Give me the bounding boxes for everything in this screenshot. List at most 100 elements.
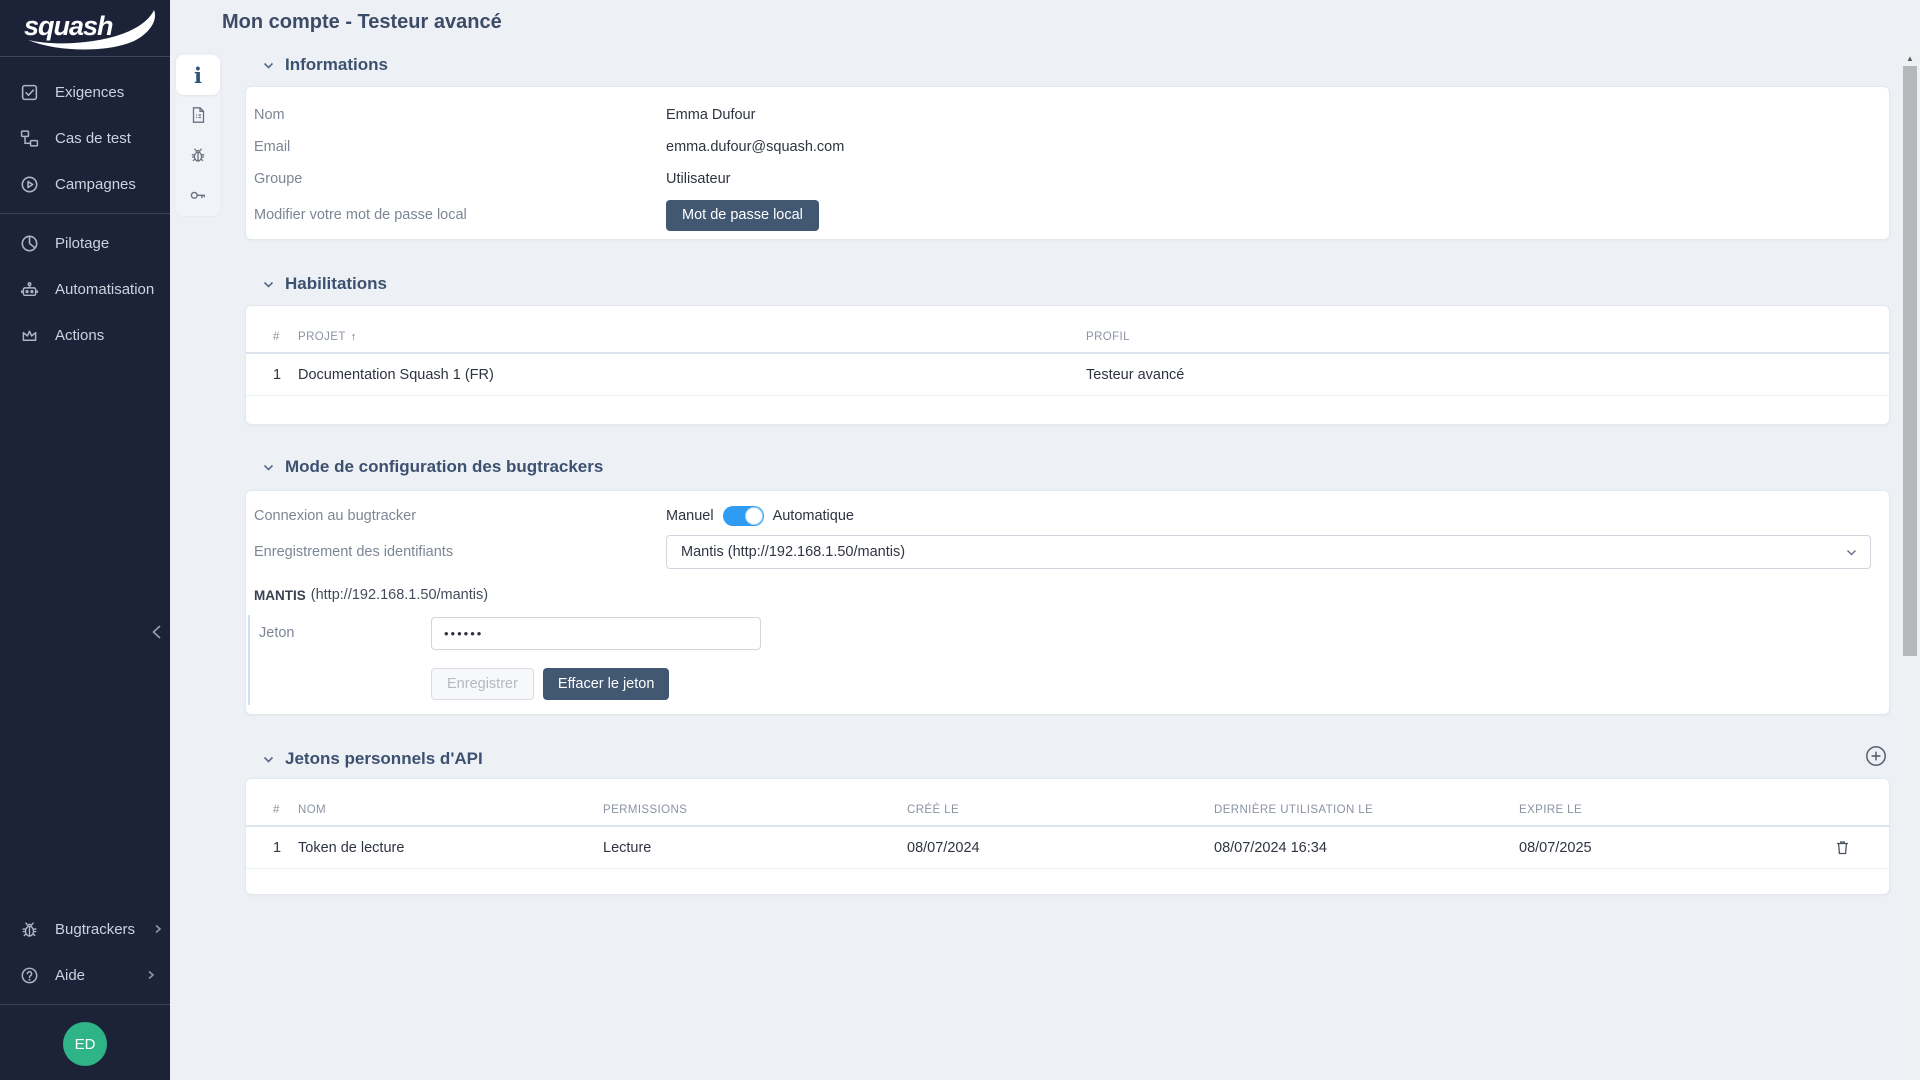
sidebar-item-pilotage[interactable]: Pilotage xyxy=(0,220,170,266)
tab-api-keys[interactable] xyxy=(176,175,220,215)
field-label: Groupe xyxy=(254,171,666,187)
sidebar-item-campagnes[interactable]: Campagnes xyxy=(0,161,170,207)
field-label: Modifier votre mot de passe local xyxy=(254,207,666,223)
logo-text: squash xyxy=(24,11,113,42)
avatar[interactable]: ED xyxy=(63,1022,107,1066)
sidebar-item-label: Actions xyxy=(55,327,104,344)
section-title: Habilitations xyxy=(285,274,387,294)
field-label: Connexion au bugtracker xyxy=(254,508,666,524)
test-cases-icon xyxy=(20,129,39,148)
sidebar-item-label: Campagnes xyxy=(55,176,136,193)
field-row-password: Modifier votre mot de passe local Mot de… xyxy=(246,195,1889,235)
cell-project: Documentation Squash 1 (FR) xyxy=(298,367,1086,383)
chevron-down-icon xyxy=(1845,546,1858,559)
logo-block: squash xyxy=(0,0,170,57)
server-url: (http://192.168.1.50/mantis) xyxy=(311,587,488,603)
cell-index: 1 xyxy=(246,367,298,383)
toggle-label-manual: Manuel xyxy=(666,508,714,524)
automation-icon xyxy=(20,280,39,299)
column-header-index: # xyxy=(246,804,298,816)
table-row[interactable]: 1 Documentation Squash 1 (FR) Testeur av… xyxy=(246,354,1889,396)
column-header-expires: EXPIRE LE xyxy=(1519,804,1809,816)
field-row-email: Email emma.dufour@squash.com xyxy=(246,131,1889,163)
toggle-knob xyxy=(745,507,763,525)
cell-expires: 08/07/2025 xyxy=(1519,840,1809,856)
field-value-group: Utilisateur xyxy=(666,171,730,187)
sidebar-item-automatisation[interactable]: Automatisation xyxy=(0,266,170,312)
plus-circle-icon xyxy=(1865,745,1887,767)
column-header-last-used: DERNIÈRE UTILISATION LE xyxy=(1214,804,1519,816)
sidebar-item-label: Automatisation xyxy=(55,281,154,298)
column-header-created: CRÉÉ LE xyxy=(907,804,1214,816)
help-icon xyxy=(20,966,39,985)
scroll-up-button[interactable]: ▲ xyxy=(1902,50,1918,66)
server-name: MANTIS xyxy=(254,588,306,603)
selected-option: Mantis (http://192.168.1.50/mantis) xyxy=(681,544,905,560)
cell-index: 1 xyxy=(246,840,298,856)
sidebar-divider xyxy=(0,1004,170,1005)
chevron-down-icon xyxy=(262,461,275,474)
api-key-icon xyxy=(189,186,207,204)
bugtracker-select[interactable]: Mantis (http://192.168.1.50/mantis) xyxy=(666,535,1871,569)
table-row[interactable]: 1 Token de lecture Lecture 08/07/2024 08… xyxy=(246,827,1889,869)
informations-card: Nom Emma Dufour Email emma.dufour@squash… xyxy=(245,86,1890,240)
column-header-project[interactable]: PROJET ↑ xyxy=(298,331,1086,343)
bugtracker-icon xyxy=(189,146,207,164)
delete-token-button[interactable] xyxy=(1834,839,1851,856)
sidebar-item-exigences[interactable]: Exigences xyxy=(0,69,170,115)
section-header-api-tokens[interactable]: Jetons personnels d'API xyxy=(245,747,1890,771)
field-value-name: Emma Dufour xyxy=(666,107,755,123)
tab-bugtracker[interactable] xyxy=(176,135,220,175)
account-tab-rail: i xyxy=(174,53,222,217)
avatar-block: ED xyxy=(0,1011,170,1080)
chevron-down-icon xyxy=(262,753,275,766)
local-password-button[interactable]: Mot de passe local xyxy=(666,200,819,231)
sidebar-item-label: Exigences xyxy=(55,84,124,101)
cell-permissions: Lecture xyxy=(603,840,907,856)
section-header-habilitations[interactable]: Habilitations xyxy=(245,272,1890,296)
section-header-bugtracker-mode[interactable]: Mode de configuration des bugtrackers xyxy=(245,455,1890,479)
field-label: Email xyxy=(254,139,666,155)
sidebar-collapse-button[interactable] xyxy=(144,616,170,648)
sidebar-item-cas-de-test[interactable]: Cas de test xyxy=(0,115,170,161)
bug-icon xyxy=(20,920,39,939)
chevron-down-icon xyxy=(262,278,275,291)
chevron-right-icon xyxy=(144,968,158,982)
section-title: Informations xyxy=(285,55,388,75)
chevron-right-icon xyxy=(151,922,165,936)
sidebar-item-actions[interactable]: Actions xyxy=(0,312,170,358)
sidebar-item-bugtrackers[interactable]: Bugtrackers xyxy=(0,906,170,952)
bugtracker-server-line: MANTIS (http://192.168.1.50/mantis) xyxy=(254,585,1889,605)
field-label: Nom xyxy=(254,107,666,123)
campaigns-icon xyxy=(20,175,39,194)
tab-informations[interactable]: i xyxy=(176,55,220,95)
api-tokens-card: # NOM PERMISSIONS CRÉÉ LE DERNIÈRE UTILI… xyxy=(245,778,1890,895)
cell-profile: Testeur avancé xyxy=(1086,367,1889,383)
sidebar-item-label: Aide xyxy=(55,967,85,984)
token-form-block: Jeton Enregistrer Effacer le jeton xyxy=(248,615,1889,705)
section-title: Mode de configuration des bugtrackers xyxy=(285,457,603,477)
scrollbar-thumb[interactable] xyxy=(1903,66,1917,656)
connection-mode-toggle[interactable] xyxy=(723,506,764,526)
sidebar-item-label: Cas de test xyxy=(55,130,131,147)
sidebar-item-aide[interactable]: Aide xyxy=(0,952,170,998)
sidebar-item-label: Pilotage xyxy=(55,235,109,252)
toggle-label-automatic: Automatique xyxy=(773,508,854,524)
habilitations-card: # PROJET ↑ PROFIL 1 Documentation Squash… xyxy=(245,305,1890,425)
sidebar-item-label: Bugtrackers xyxy=(55,921,135,938)
sidebar: squash Exigences Cas de test xyxy=(0,0,170,1080)
column-header-name: NOM xyxy=(298,804,603,816)
add-token-button[interactable] xyxy=(1865,745,1887,767)
clear-token-button[interactable]: Effacer le jeton xyxy=(543,668,669,700)
page-title: Mon compte - Testeur avancé xyxy=(222,11,502,34)
information-icon: i xyxy=(194,65,202,86)
attachments-icon xyxy=(189,106,207,124)
cell-name: Token de lecture xyxy=(298,840,603,856)
requirements-icon xyxy=(20,83,39,102)
save-button[interactable]: Enregistrer xyxy=(431,668,534,700)
column-header-index: # xyxy=(246,331,298,343)
section-header-informations[interactable]: Informations xyxy=(245,53,1890,77)
token-input[interactable] xyxy=(431,617,761,650)
app-logo[interactable]: squash xyxy=(22,5,152,51)
tab-attachments[interactable] xyxy=(176,95,220,135)
